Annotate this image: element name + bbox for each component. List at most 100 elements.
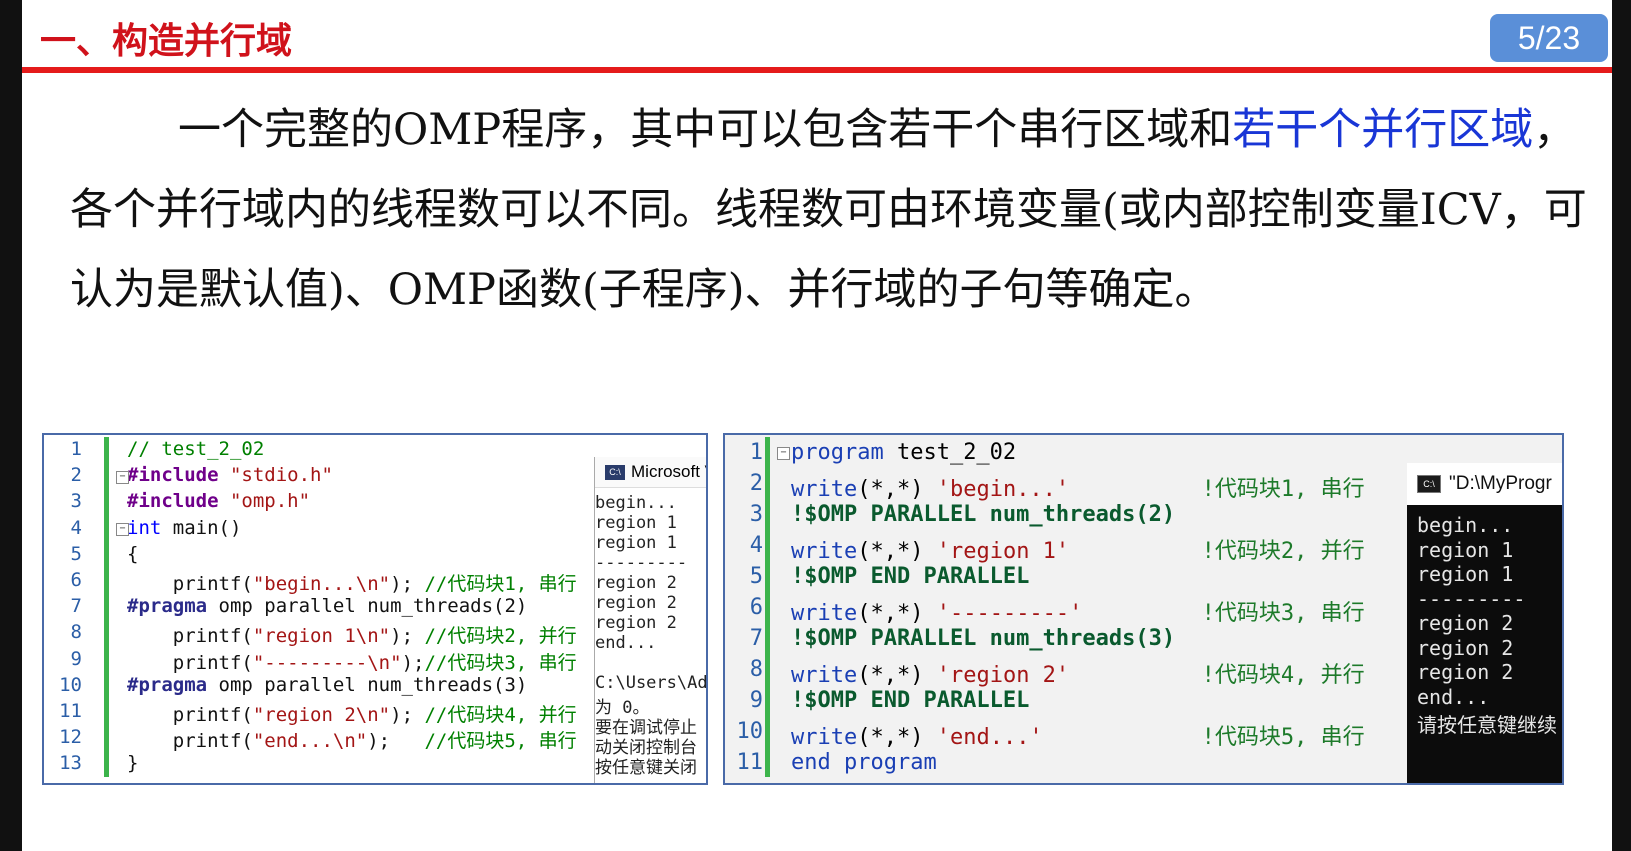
- paragraph-text-1: 一个完整的OMP程序，其中可以包含若干个串行区域和: [178, 105, 1233, 155]
- code-line: !$OMP PARALLEL num_threads(2): [791, 502, 1175, 527]
- line-number: 4: [70, 516, 82, 539]
- code-line: printf("region 1\n"); //代码块2, 并行: [127, 621, 577, 648]
- code-line: #pragma omp parallel num_threads(2): [127, 595, 527, 617]
- code-token: printf(: [127, 651, 253, 674]
- console-line: begin...: [595, 493, 677, 513]
- line-number: 1: [70, 438, 82, 460]
- console-line: end...: [595, 633, 657, 653]
- change-bar: [765, 437, 770, 777]
- code-token: "stdio.h": [229, 464, 333, 487]
- code-token: "begin...\n": [252, 573, 391, 595]
- code-token: //代码块3, 串行: [424, 651, 577, 674]
- code-token: //代码块1, 串行: [424, 573, 577, 595]
- code-line: printf("region 2\n"); //代码块4, 并行: [127, 700, 577, 727]
- console-titlebar: C:\ Microsoft V: [595, 457, 708, 488]
- code-token: !$OMP END PARALLEL: [791, 564, 1030, 589]
- code-token: "end...\n": [252, 730, 368, 753]
- line-number: 7: [749, 626, 763, 651]
- code-token: {: [127, 542, 139, 565]
- line-number: 10: [59, 673, 82, 696]
- console-line: region 2: [1417, 660, 1514, 684]
- line-number: 7: [70, 595, 82, 618]
- console-line: region 1: [1417, 562, 1514, 586]
- line-number: 2: [749, 471, 763, 496]
- code-token: //代码块2, 并行: [424, 625, 577, 648]
- code-line: {: [127, 543, 138, 565]
- line-number: 10: [736, 719, 764, 744]
- line-number: 12: [59, 726, 82, 749]
- code-token: end program: [791, 750, 937, 775]
- code-token: #include: [127, 490, 219, 513]
- code-line: // test_2_02: [127, 438, 264, 460]
- code-token: printf(: [127, 573, 253, 595]
- code-token: !代码块1, 串行: [1201, 477, 1365, 502]
- console-line: region 2: [595, 573, 677, 593]
- code-token: omp parallel num_threads(3): [207, 673, 528, 696]
- code-line: !$OMP PARALLEL num_threads(3): [791, 626, 1175, 651]
- line-number: 5: [749, 564, 763, 589]
- collapse-icon[interactable]: −: [777, 447, 790, 460]
- collapse-icon[interactable]: −: [116, 471, 129, 484]
- code-line: int main(): [127, 517, 241, 539]
- code-line: write(*,*) 'region 2' !代码块4, 并行: [791, 657, 1365, 689]
- code-line: printf("end...\n"); //代码块5, 串行: [127, 726, 577, 753]
- console-icon: C:\: [605, 465, 625, 481]
- console-title: Microsoft V: [631, 462, 708, 481]
- c-code-panel: 1 2 3 4 5 6 7 8 9 10 11 12 13// test_2_02 #include "s…: [42, 433, 708, 785]
- code-line: program test_2_02: [791, 440, 1016, 465]
- line-number: 11: [59, 700, 82, 722]
- code-line: printf("---------\n");//代码块3, 串行: [127, 648, 577, 675]
- code-token: !代码块5, 串行: [1201, 725, 1365, 750]
- console-line: region 2: [595, 613, 677, 633]
- code-line: #pragma omp parallel num_threads(3): [127, 674, 527, 696]
- code-token: //代码块5, 串行: [424, 730, 577, 753]
- console-titlebar: C:\ "D:\MyProgr: [1407, 463, 1562, 505]
- body-paragraph: 一个完整的OMP程序，其中可以包含若干个串行区域和若干个并行区域，各个并行域内的…: [70, 90, 1615, 330]
- code-token: main(): [161, 516, 242, 539]
- code-token: !代码块4, 并行: [1201, 663, 1365, 688]
- console-line: region 2: [1417, 635, 1514, 660]
- paragraph-highlight: 若干个并行区域: [1232, 105, 1534, 155]
- code-token: "region 2\n": [252, 704, 391, 726]
- code-token: (*,*): [857, 725, 937, 750]
- code-token: #pragma: [127, 595, 208, 618]
- collapse-icon[interactable]: −: [116, 523, 129, 536]
- code-line: write(*,*) '---------' !代码块3, 串行: [791, 595, 1365, 627]
- code-token: "omp.h": [229, 490, 311, 513]
- code-token: 'region 1': [936, 539, 1070, 564]
- code-token: (*,*): [857, 539, 937, 564]
- code-token: write: [791, 539, 858, 564]
- console-line: end...: [1417, 684, 1490, 709]
- code-token: !代码块3, 串行: [1201, 601, 1365, 626]
- console-icon: C:\: [1417, 474, 1441, 493]
- console-line: region 1: [1417, 537, 1514, 562]
- code-line: end program: [791, 750, 937, 775]
- line-number: 5: [70, 542, 82, 565]
- slide-title: 一、构造并行域: [40, 21, 293, 62]
- code-token: test_2_02: [883, 440, 1017, 465]
- code-token: printf(: [127, 730, 253, 753]
- code-line: !$OMP END PARALLEL: [791, 688, 1029, 713]
- line-number: 1: [749, 440, 763, 465]
- code-line: !$OMP END PARALLEL: [791, 564, 1029, 589]
- code-token: (*,*): [857, 601, 937, 626]
- code-line: write(*,*) 'end...' !代码块5, 串行: [791, 719, 1365, 751]
- line-number: 3: [749, 502, 763, 527]
- code-token: // test_2_02: [127, 438, 265, 460]
- console-line: ---------: [595, 553, 688, 573]
- code-token: );: [390, 704, 425, 726]
- code-token: int: [127, 516, 162, 539]
- code-line: write(*,*) 'begin...' !代码块1, 串行: [791, 471, 1365, 503]
- code-token: );: [401, 651, 425, 674]
- code-line: printf("begin...\n"); //代码块1, 串行: [127, 569, 577, 596]
- code-token: write: [791, 601, 858, 626]
- line-number: 8: [749, 657, 763, 682]
- code-line: write(*,*) 'region 1' !代码块2, 并行: [791, 533, 1365, 565]
- console-line: begin...: [1417, 513, 1514, 537]
